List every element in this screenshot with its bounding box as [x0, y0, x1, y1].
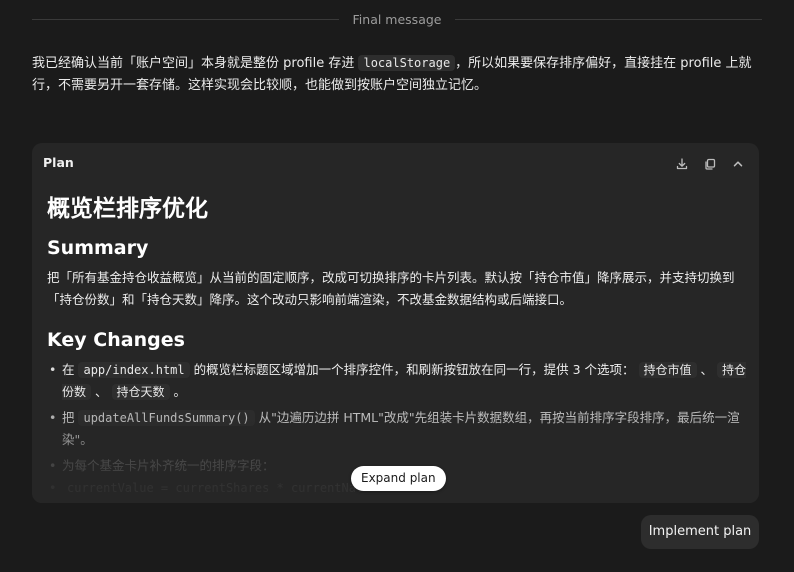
item-text: 把 [62, 410, 79, 425]
item-text: 的概览栏标题区域增加一个排序控件，和刷新按钮放在同一行，提供 3 个选项： [189, 362, 635, 377]
plan-actions [671, 153, 749, 175]
divider-label: Final message [352, 11, 442, 27]
item-separator: 、 [95, 384, 108, 399]
item-text: 在 [62, 362, 79, 377]
item-code: currentValue = currentShares * currentNa… [67, 481, 364, 495]
plan-title: 概览栏排序优化 [47, 196, 208, 222]
option-market-value: 持仓市值 [638, 362, 697, 378]
item-text: 为每个基金卡片补齐统一的排序字段： [62, 458, 275, 473]
plan-card: Plan 概览栏排序优化 Summary 把「所有基金持仓收益概览」从当前的固定… [32, 143, 759, 503]
divider-line-right [455, 18, 762, 20]
copy-icon[interactable] [699, 153, 721, 175]
implement-plan-button[interactable]: Implement plan [641, 515, 759, 549]
list-item: 在 app/index.html 的概览栏标题区域增加一个排序控件，和刷新按钮放… [47, 359, 747, 403]
chevron-up-icon[interactable] [727, 153, 749, 175]
key-changes-heading: Key Changes [47, 329, 185, 351]
assistant-message: 我已经确认当前「账户空间」本身就是整份 profile 存进 localStor… [32, 52, 752, 97]
item-text: 。 [173, 384, 187, 399]
final-message-divider: Final message [32, 10, 762, 28]
summary-text: 把「所有基金持仓收益概览」从当前的固定顺序，改成可切换排序的卡片列表。默认按「持… [47, 270, 735, 307]
expand-plan-button[interactable]: Expand plan [351, 466, 446, 491]
list-item: 把 updateAllFundsSummary() 从"边遍历边拼 HTML"改… [47, 407, 747, 451]
item-code: updateAllFundsSummary() [78, 410, 255, 426]
download-icon[interactable] [671, 153, 693, 175]
plan-header-title: Plan [43, 155, 74, 170]
item-separator: 、 [700, 362, 714, 377]
option-days: 持仓天数 [111, 384, 170, 400]
summary-heading: Summary [47, 237, 149, 259]
item-code: app/index.html [78, 362, 190, 378]
message-text-1: 我已经确认当前「账户空间」本身就是整份 profile 存进 [32, 56, 359, 71]
message-code: localStorage [358, 55, 456, 71]
plan-body: 概览栏排序优化 Summary 把「所有基金持仓收益概览」从当前的固定顺序，改成… [47, 193, 747, 499]
divider-line-left [32, 18, 339, 20]
